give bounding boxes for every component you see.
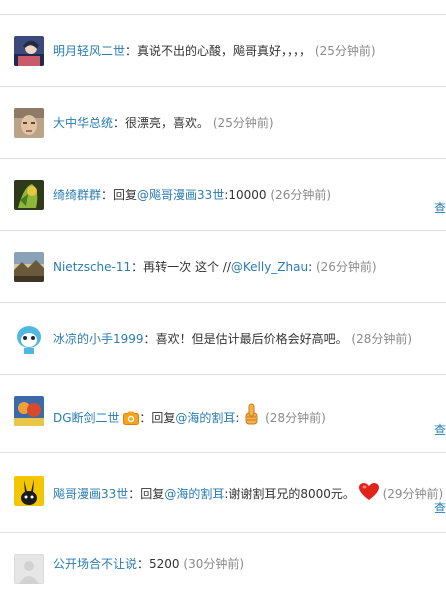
yellow-rabbit-avatar-icon xyxy=(14,476,44,506)
divider xyxy=(0,14,446,15)
comment-item: 大中华总统：很漂亮，喜欢。 (25分钟前) xyxy=(14,108,446,138)
comment-username[interactable]: Nietzsche-11 xyxy=(53,260,131,274)
user-avatar[interactable] xyxy=(14,252,44,282)
comment-item: 绮绮群群：回复@飚哥漫画33世:10000 (26分钟前) 查 xyxy=(14,180,446,215)
divider xyxy=(0,230,446,231)
colorful-group-avatar-icon xyxy=(14,396,44,426)
comment-separator: ： xyxy=(139,411,152,425)
comment-text: :10000 xyxy=(224,188,267,202)
divider xyxy=(0,532,446,533)
reply-prefix: 回复 xyxy=(151,411,176,425)
comment-text-after: : xyxy=(308,260,313,274)
landscape-avatar-icon xyxy=(14,252,44,282)
comment-line: 飚哥漫画33世：回复@海的割耳:谢谢割耳兄的8000元。 (29分钟前) xyxy=(53,483,443,505)
face-photo-avatar-icon xyxy=(14,108,44,138)
comment-text: 真说不出的心酸，飚哥真好，，，， xyxy=(137,44,312,58)
comment-item: DG断剑二世 ：回复@海的割耳: (28分钟前) 查 xyxy=(14,396,446,437)
user-avatar[interactable] xyxy=(14,108,44,138)
comment-item: Nietzsche-11：再转一次 这个 //@Kelly_Zhau: (26分… xyxy=(14,252,446,282)
comment-line: Nietzsche-11：再转一次 这个 //@Kelly_Zhau: (26分… xyxy=(53,259,377,275)
user-avatar[interactable] xyxy=(14,396,44,426)
comment-text: 再转一次 这个 // xyxy=(143,260,231,274)
comment-line: 大中华总统：很漂亮，喜欢。 (25分钟前) xyxy=(53,115,274,131)
user-avatar[interactable] xyxy=(14,324,44,354)
comment-separator: ： xyxy=(137,557,150,571)
comment-item: 飚哥漫画33世：回复@海的割耳:谢谢割耳兄的8000元。 (29分钟前) 查 xyxy=(14,476,446,515)
comment-separator: ： xyxy=(143,332,156,346)
comment-username[interactable]: DG断剑二世 xyxy=(53,411,120,425)
comment-item: 明月轻风二世：真说不出的心酸，飚哥真好，，，， (25分钟前) xyxy=(14,36,446,66)
comment-text: 喜欢！但是估计最后价格会好高吧。 xyxy=(155,332,348,346)
comment-text: :谢谢割耳兄的8000元。 xyxy=(224,487,355,501)
default-gray-avatar-icon xyxy=(14,554,44,584)
comment-time: (28分钟前) xyxy=(265,411,326,425)
mention-link[interactable]: @飚哥漫画33世 xyxy=(137,188,224,202)
reply-prefix: 回复 xyxy=(113,188,138,202)
mention-link[interactable]: @海的割耳 xyxy=(164,487,224,501)
user-avatar[interactable] xyxy=(14,180,44,210)
anime-character-avatar-icon xyxy=(14,36,44,66)
comment-text: : xyxy=(235,411,240,425)
divider xyxy=(0,86,446,87)
comment-time: (25分钟前) xyxy=(212,116,274,130)
comment-separator: ： xyxy=(113,116,126,130)
comment-separator: ： xyxy=(128,487,141,501)
view-link[interactable]: 查 xyxy=(434,200,446,216)
divider xyxy=(0,302,446,303)
comment-text: 5200 xyxy=(149,557,180,571)
comment-line: 绮绮群群：回复@飚哥漫画33世:10000 (26分钟前) xyxy=(53,187,331,203)
comment-time: (26分钟前) xyxy=(315,260,377,274)
comment-separator: ： xyxy=(131,260,144,274)
comment-time: (25分钟前) xyxy=(314,44,376,58)
comment-username[interactable]: 明月轻风二世 xyxy=(53,44,125,58)
comment-time: (29分钟前) xyxy=(382,487,444,501)
comment-username[interactable]: 公开场合不让说 xyxy=(53,557,137,571)
view-link[interactable]: 查 xyxy=(434,500,446,516)
comment-line: 公开场合不让说：5200 (30分钟前) xyxy=(53,556,244,572)
divider xyxy=(0,452,446,453)
comment-time: (26分钟前) xyxy=(270,188,332,202)
comment-item: 公开场合不让说：5200 (30分钟前) xyxy=(14,554,446,584)
comment-username[interactable]: 飚哥漫画33世 xyxy=(53,487,128,501)
comment-username[interactable]: 绮绮群群 xyxy=(53,188,101,202)
mention-link[interactable]: @Kelly_Zhau xyxy=(231,260,308,274)
thumbs-up-icon xyxy=(243,403,261,429)
view-link[interactable]: 查 xyxy=(434,422,446,438)
divider xyxy=(0,374,446,375)
user-avatar[interactable] xyxy=(14,476,44,506)
comment-item: 冰凉的小手1999：喜欢！但是估计最后价格会好高吧。 (28分钟前) xyxy=(14,324,446,354)
camera-badge-icon xyxy=(123,411,140,429)
comment-line: DG断剑二世 ：回复@海的割耳: (28分钟前) xyxy=(53,403,326,429)
comment-time: (28分钟前) xyxy=(351,332,413,346)
green-yellow-avatar-icon xyxy=(14,180,44,210)
comment-separator: ： xyxy=(125,44,138,58)
comment-line: 明月轻风二世：真说不出的心酸，飚哥真好，，，， (25分钟前) xyxy=(53,43,376,59)
mention-link[interactable]: @海的割耳 xyxy=(175,411,235,425)
comment-text: 很漂亮，喜欢。 xyxy=(125,116,210,130)
user-avatar[interactable] xyxy=(14,36,44,66)
divider xyxy=(0,158,446,159)
comment-line: 冰凉的小手1999：喜欢！但是估计最后价格会好高吧。 (28分钟前) xyxy=(53,331,412,347)
blue-cartoon-avatar-icon xyxy=(14,324,44,354)
reply-prefix: 回复 xyxy=(140,487,165,501)
comment-username[interactable]: 大中华总统 xyxy=(53,116,113,130)
comment-time: (30分钟前) xyxy=(183,557,245,571)
comment-separator: ： xyxy=(101,188,114,202)
heart-icon xyxy=(358,483,379,505)
user-avatar[interactable] xyxy=(14,554,44,584)
comment-username[interactable]: 冰凉的小手1999 xyxy=(53,332,144,346)
